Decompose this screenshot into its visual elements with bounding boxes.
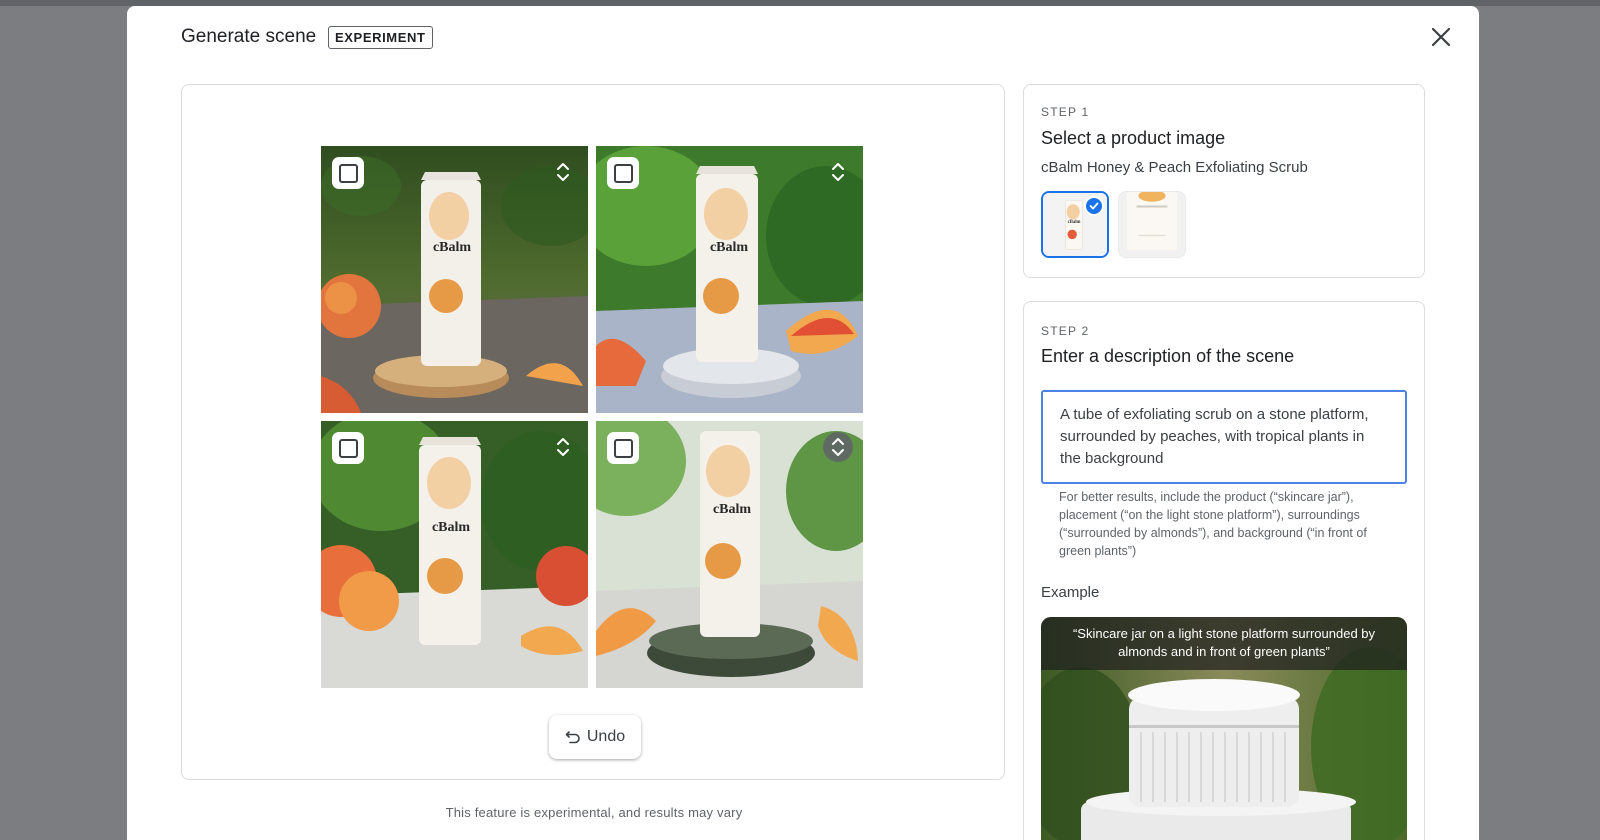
experimental-footnote: This feature is experimental, and result… — [445, 805, 743, 820]
chevron-up-down-icon — [557, 163, 569, 181]
product-thumbnail-1[interactable]: cBalm — [1041, 191, 1109, 258]
selected-check-icon — [1084, 196, 1104, 216]
generated-image-3[interactable]: cBalm — [321, 421, 588, 688]
generate-scene-dialog: Generate scene EXPERIMENT cBalm cBalm cB… — [127, 6, 1479, 840]
chevron-up-down-icon — [832, 163, 844, 181]
expand-button[interactable] — [823, 157, 853, 187]
close-icon — [1432, 28, 1450, 46]
product-image-back — [1119, 192, 1185, 257]
step2-card: STEP 2 Enter a description of the scene … — [1023, 301, 1425, 840]
svg-text:cBalm: cBalm — [710, 240, 748, 255]
results-panel: cBalm cBalm cBalm cBalm Undo — [181, 84, 1005, 780]
undo-label: Undo — [586, 728, 626, 745]
step2-title: Enter a description of the scene — [1041, 346, 1295, 366]
experiment-badge: EXPERIMENT — [328, 26, 433, 49]
svg-text:cBalm: cBalm — [433, 240, 471, 255]
step1-label: STEP 1 — [1041, 105, 1090, 119]
undo-icon — [565, 731, 580, 744]
generated-image-grid: cBalm cBalm cBalm cBalm — [321, 146, 863, 688]
generated-image-1[interactable]: cBalm — [321, 146, 588, 413]
chevron-up-down-icon — [557, 438, 569, 456]
svg-text:cBalm: cBalm — [713, 502, 751, 517]
select-checkbox[interactable] — [332, 432, 364, 464]
step2-label: STEP 2 — [1041, 324, 1090, 338]
example-caption: “Skincare jar on a light stone platform … — [1041, 617, 1407, 670]
dialog-title: Generate scene — [181, 26, 317, 47]
svg-text:cBalm: cBalm — [432, 520, 470, 535]
chevron-up-down-icon — [832, 438, 844, 456]
description-hint: For better results, include the product … — [1059, 490, 1367, 558]
product-thumbnail-2[interactable] — [1118, 191, 1186, 258]
expand-button[interactable] — [548, 157, 578, 187]
generated-image-4[interactable]: cBalm — [596, 421, 863, 688]
expand-button[interactable] — [823, 432, 853, 462]
scene-description-input[interactable]: A tube of exfoliating scrub on a stone p… — [1041, 390, 1407, 484]
example-image: “Skincare jar on a light stone platform … — [1041, 617, 1407, 840]
example-label: Example — [1041, 584, 1100, 601]
expand-button[interactable] — [548, 432, 578, 462]
undo-button[interactable]: Undo — [549, 715, 641, 759]
select-checkbox[interactable] — [607, 157, 639, 189]
step1-title: Select a product image — [1041, 128, 1226, 148]
select-checkbox[interactable] — [332, 157, 364, 189]
close-button[interactable] — [1426, 22, 1456, 52]
generated-image-2[interactable]: cBalm — [596, 146, 863, 413]
select-checkbox[interactable] — [607, 432, 639, 464]
product-name: cBalm Honey & Peach Exfoliating Scrub — [1041, 159, 1308, 176]
step1-card: STEP 1 Select a product image cBalm Hone… — [1023, 84, 1425, 278]
svg-text:cBalm: cBalm — [1068, 220, 1081, 225]
